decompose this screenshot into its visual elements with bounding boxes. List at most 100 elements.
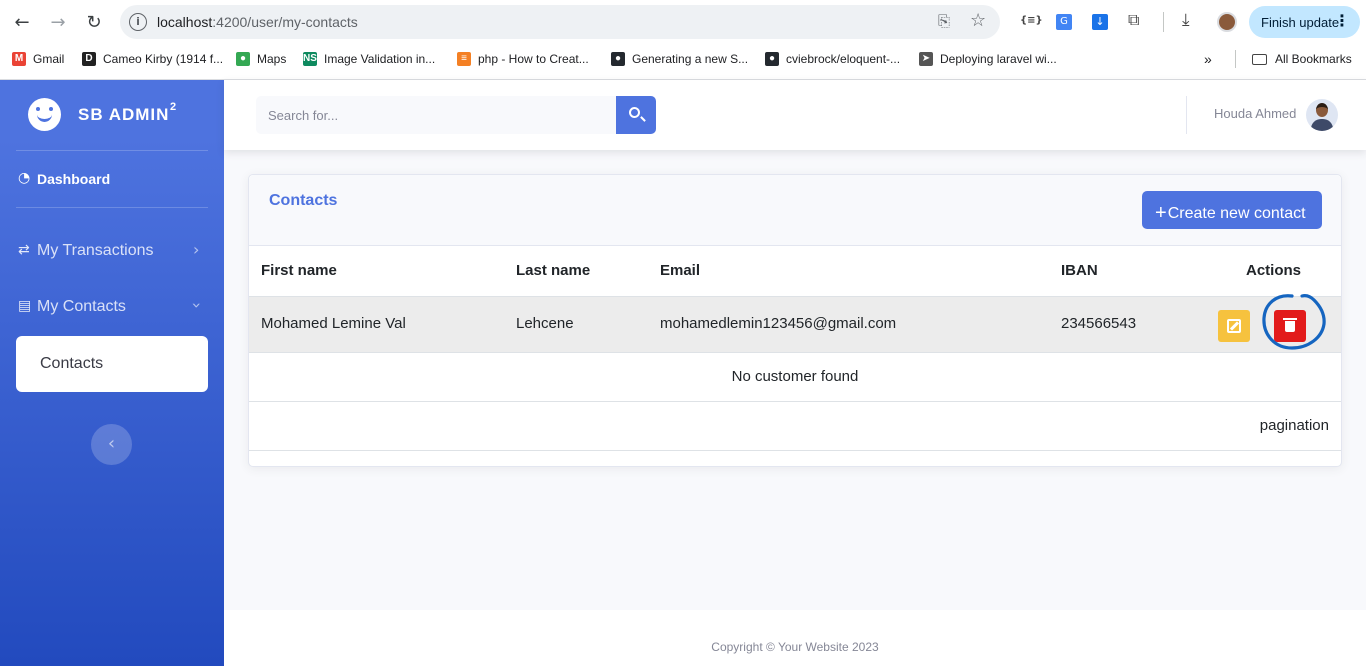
search-button[interactable] bbox=[616, 96, 656, 134]
footer: Copyright © Your Website 2023 bbox=[224, 610, 1366, 666]
edit-icon bbox=[1227, 319, 1241, 333]
cell-email: mohamedlemin123456@gmail.com bbox=[660, 315, 897, 332]
all-bookmarks-button[interactable]: All Bookmarks bbox=[1252, 50, 1352, 68]
bookmark-label: cviebrock/eloquent-... bbox=[786, 52, 901, 66]
pagination[interactable]: pagination bbox=[1260, 417, 1329, 434]
bookmark-label: Gmail bbox=[33, 52, 65, 66]
bookmark-item[interactable]: D Cameo Kirby (1914 f... bbox=[82, 50, 223, 68]
bookmarks-bar: M Gmail D Cameo Kirby (1914 f... ● Maps NS Imag… bbox=[0, 44, 1366, 74]
laugh-wink-icon bbox=[28, 98, 61, 131]
chevron-left-icon: ‹ bbox=[107, 433, 116, 454]
sidebar-item-label: My Transactions bbox=[37, 242, 154, 259]
address-bar[interactable]: i localhost:4200/user/my-contacts ⎘ ☆ bbox=[120, 5, 1000, 39]
url-text[interactable]: localhost:4200/user/my-contacts bbox=[157, 14, 358, 30]
github-icon: ● bbox=[611, 52, 625, 66]
column-header-actions: Actions bbox=[1246, 262, 1302, 279]
card-title: Contacts bbox=[269, 192, 338, 209]
browser-toolbar: ← → ↻ i localhost:4200/user/my-contacts … bbox=[0, 0, 1366, 44]
bookmark-item[interactable]: ≡ php - How to Creat... bbox=[457, 50, 589, 68]
google-translate-extension-icon[interactable]: G bbox=[1056, 14, 1072, 30]
sidebar-item-my-contacts[interactable]: ▤ My Contacts › bbox=[0, 287, 224, 327]
search-input[interactable] bbox=[256, 96, 616, 134]
extensions-puzzle-icon[interactable]: ⧉ bbox=[1128, 10, 1139, 30]
tachometer-icon: ◔ bbox=[18, 170, 31, 186]
bookmark-label: Maps bbox=[257, 52, 287, 66]
chevron-right-icon: › bbox=[193, 240, 200, 259]
cell-first-name: Mohamed Lemine Val bbox=[261, 315, 406, 332]
sidebar: SB ADMIN 2 ◔ Dashboard ⇄ My Transactions… bbox=[0, 80, 224, 666]
url-path: :4200/user/my-contacts bbox=[212, 14, 358, 30]
toolbar-separator bbox=[1163, 12, 1164, 32]
sidebar-subitem-contacts[interactable]: Contacts bbox=[16, 336, 208, 392]
profile-avatar-icon[interactable] bbox=[1217, 12, 1237, 32]
ns-icon: NS bbox=[303, 52, 317, 66]
cell-last-name: Lehcene bbox=[516, 315, 574, 332]
finish-update-button[interactable]: Finish update ⋮ bbox=[1249, 6, 1360, 38]
column-header-last-name: Last name bbox=[516, 262, 591, 279]
sidebar-brand[interactable]: SB ADMIN 2 bbox=[0, 80, 224, 150]
stackoverflow-icon: ≡ bbox=[457, 52, 471, 66]
brand-name: SB ADMIN bbox=[78, 105, 170, 124]
bookmark-item[interactable]: ● cviebrock/eloquent-... bbox=[765, 50, 900, 68]
back-icon[interactable]: ← bbox=[8, 8, 36, 36]
card-header: Contacts +Create new contact bbox=[249, 175, 1341, 246]
sidebar-item-label: Dashboard bbox=[37, 171, 111, 187]
d-icon: D bbox=[82, 52, 96, 66]
topbar-divider bbox=[1186, 96, 1187, 134]
edit-contact-button[interactable] bbox=[1218, 310, 1250, 342]
browser-chrome: ← → ↻ i localhost:4200/user/my-contacts … bbox=[0, 0, 1366, 80]
downloads-icon[interactable]: ⤓ bbox=[1182, 10, 1190, 30]
address-book-icon: ▤ bbox=[18, 298, 32, 314]
annotation-circle bbox=[1262, 294, 1326, 350]
sidebar-item-transactions[interactable]: ⇄ My Transactions › bbox=[0, 231, 224, 271]
chevron-down-icon: › bbox=[187, 302, 207, 309]
all-bookmarks-label: All Bookmarks bbox=[1275, 52, 1352, 66]
maps-icon: ● bbox=[236, 52, 250, 66]
forward-icon[interactable]: → bbox=[44, 8, 72, 36]
bookmark-item[interactable]: ➤ Deploying laravel wi... bbox=[919, 50, 1057, 68]
bookmark-label: php - How to Creat... bbox=[478, 52, 589, 66]
finish-update-label: Finish update bbox=[1261, 15, 1340, 30]
bookmarks-overflow-icon[interactable]: » bbox=[1204, 50, 1212, 68]
column-header-iban: IBAN bbox=[1061, 262, 1098, 279]
sidebar-toggle-button[interactable]: ‹ bbox=[91, 424, 132, 465]
gmail-icon: M bbox=[12, 52, 26, 66]
bookmark-item[interactable]: M Gmail bbox=[12, 50, 64, 68]
exchange-icon: ⇄ bbox=[18, 242, 30, 258]
bookmark-item[interactable]: ● Generating a new S... bbox=[611, 50, 748, 68]
create-contact-button[interactable]: +Create new contact bbox=[1142, 191, 1322, 229]
table-row: Mohamed Lemine Val Lehcene mohamedlemin1… bbox=[249, 296, 1341, 353]
column-header-first-name: First name bbox=[261, 262, 337, 279]
json-extension-icon[interactable]: {≡} bbox=[1020, 15, 1043, 35]
menu-dots-icon: ⋮ bbox=[1334, 13, 1350, 30]
contacts-card: Contacts +Create new contact First name … bbox=[248, 174, 1342, 467]
topbar: Houda Ahmed bbox=[224, 80, 1366, 150]
empty-state-message: No customer found bbox=[731, 368, 859, 385]
bookmark-label: Deploying laravel wi... bbox=[940, 52, 1057, 66]
sidebar-item-dashboard[interactable]: ◔ Dashboard bbox=[0, 159, 224, 199]
sidebar-divider bbox=[16, 150, 208, 151]
search-icon bbox=[629, 107, 640, 118]
sidebar-subitem-label: Contacts bbox=[40, 355, 104, 372]
send-icon: ➤ bbox=[919, 52, 933, 66]
site-info-icon[interactable]: i bbox=[129, 13, 147, 31]
column-header-email: Email bbox=[660, 262, 701, 279]
bookmark-item[interactable]: ● Maps bbox=[236, 50, 286, 68]
url-host: localhost bbox=[157, 14, 213, 30]
cell-iban: 234566543 bbox=[1061, 315, 1137, 332]
github-icon: ● bbox=[765, 52, 779, 66]
translate-icon[interactable]: ⎘ bbox=[938, 12, 950, 30]
reload-icon[interactable]: ↻ bbox=[80, 8, 108, 36]
pagination-row: pagination bbox=[249, 402, 1341, 451]
sidebar-item-label: My Contacts bbox=[37, 298, 126, 315]
bookmark-label: Cameo Kirby (1914 f... bbox=[103, 52, 224, 66]
avatar[interactable] bbox=[1306, 99, 1338, 131]
create-contact-label: Create new contact bbox=[1167, 205, 1306, 222]
copyright-text: Copyright © Your Website 2023 bbox=[711, 640, 879, 654]
bookmark-item[interactable]: NS Image Validation in... bbox=[303, 50, 435, 68]
empty-state-row: No customer found bbox=[249, 353, 1341, 402]
bookmark-star-icon[interactable]: ☆ bbox=[970, 10, 986, 31]
download-extension-icon[interactable]: ↓ bbox=[1092, 14, 1108, 30]
user-name[interactable]: Houda Ahmed bbox=[1214, 106, 1296, 121]
bookmark-label: Generating a new S... bbox=[632, 52, 749, 66]
